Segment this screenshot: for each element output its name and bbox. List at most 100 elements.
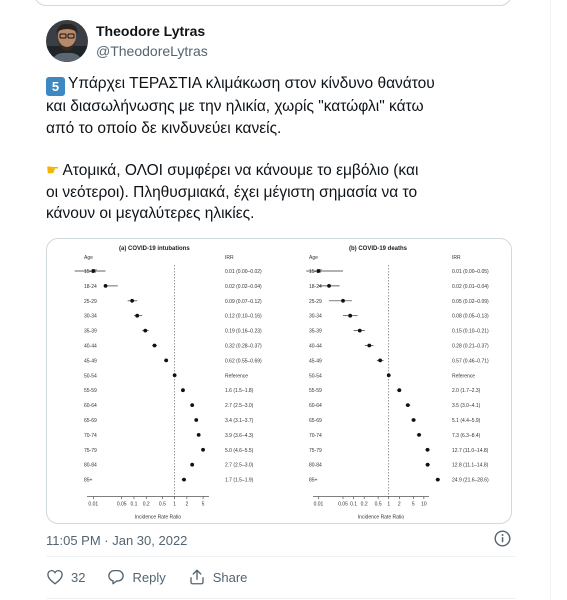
estimate-point [152, 343, 157, 348]
irr-value-label: 0.02 (0.01–0.04) [452, 284, 489, 290]
avatar[interactable] [46, 20, 88, 62]
estimate-point [190, 403, 195, 407]
age-label: 15-17 [84, 269, 97, 275]
x-tick-label: 10 [421, 502, 427, 508]
share-button[interactable]: Share [188, 568, 247, 586]
estimate-point [357, 328, 362, 333]
tweet-media-image[interactable]: (a) COVID-19 intubations Age IRR 15-17 0.01 … [46, 238, 512, 524]
estimate-point [181, 388, 185, 393]
action-bar: 32 Reply Share [46, 567, 269, 587]
age-label: 55-59 [84, 388, 97, 394]
estimate-point [316, 269, 321, 273]
estimate-point [417, 433, 421, 437]
irr-value-label: 7.3 (6.3–8.4) [452, 433, 481, 439]
irr-value-label: 2.0 (1.7–2.3) [452, 388, 481, 394]
age-label: 35-39 [84, 329, 97, 335]
age-label: 30-34 [309, 314, 322, 320]
forest-plot-figure: (a) COVID-19 intubations Age IRR 15-17 0.01 … [74, 246, 489, 521]
irr-value-label: 0.12 (0.10–0.16) [225, 314, 262, 320]
tweet-line: και διασωλήνωσης με την ηλικία, χωρίς "κ… [46, 98, 424, 115]
user-handle[interactable]: @TheodoreLytras [96, 41, 208, 61]
tweet-timestamp[interactable]: 11:05 PM · Jan 30, 2022 [46, 533, 187, 548]
estimate-point [103, 284, 108, 288]
irr-value-label: 1.7 (1.5–1.9) [225, 478, 254, 484]
x-tick-label: 0.1 [350, 502, 357, 508]
estimate-point [341, 298, 345, 303]
x-tick-label: 0.5 [159, 502, 166, 508]
age-column-header: Age [309, 255, 318, 261]
like-button[interactable]: 32 [46, 568, 85, 586]
age-label: 75-79 [84, 448, 97, 454]
irr-value-label: 2.7 (2.5–3.0) [225, 463, 254, 469]
tweet-header: Theodore Lytras @TheodoreLytras [46, 18, 208, 64]
age-label: 75-79 [309, 448, 322, 454]
panel-title: (b) COVID-19 deaths [349, 246, 408, 252]
irr-value-label: 5.1 (4.4–5.9) [452, 418, 481, 424]
estimate-point [405, 403, 410, 407]
irr-value-label: Reference [225, 373, 248, 379]
estimate-point [164, 358, 169, 363]
age-label: 45-49 [309, 358, 322, 364]
age-label: 25-29 [309, 299, 322, 305]
age-label: 65-69 [309, 418, 322, 424]
estimate-point [190, 462, 195, 467]
tweet-line: Ατομικά, ΟΛΟΙ συμφέρει να κάνουμε το εμβ… [62, 162, 419, 179]
age-label: 70-74 [309, 433, 322, 439]
age-label: 18-24 [84, 284, 97, 290]
age-label: 55-59 [309, 388, 322, 394]
irr-value-label: 0.15 (0.10–0.21) [452, 329, 489, 335]
age-label: 50-54 [84, 373, 97, 379]
irr-column-header: IRR [452, 255, 461, 261]
estimate-point [91, 269, 96, 273]
x-tick-label: 0.5 [375, 502, 382, 508]
x-tick-label: 5 [412, 502, 415, 508]
x-axis-label: Incidence Rate Ratio [135, 515, 182, 521]
irr-value-label: 0.05 (0.02–0.09) [452, 299, 489, 305]
x-tick-label: 1 [173, 502, 176, 508]
share-icon [190, 569, 204, 585]
estimate-point [397, 388, 402, 393]
keycap-digit-icon: 5 [46, 77, 65, 96]
reply-label: Reply [132, 569, 166, 585]
reply-button[interactable]: Reply [107, 568, 166, 586]
age-label: 85+ [84, 478, 93, 484]
estimate-point [196, 433, 201, 437]
like-count: 32 [71, 569, 86, 585]
age-label: 85+ [309, 478, 318, 484]
irr-value-label: 0.02 (0.02–0.04) [225, 284, 262, 290]
irr-value-label: 0.28 (0.21–0.37) [452, 344, 489, 350]
estimate-point [348, 313, 353, 318]
irr-value-label: 0.32 (0.28–0.37) [225, 344, 262, 350]
x-tick-label: 0.05 [338, 502, 348, 508]
irr-value-label: 0.01 (0.00–0.02) [225, 269, 262, 275]
age-label: 65-69 [84, 418, 97, 424]
age-label: 30-34 [84, 314, 97, 320]
x-tick-label: 0.05 [117, 502, 127, 508]
age-label: 50-54 [309, 373, 322, 379]
age-column-header: Age [84, 255, 93, 261]
estimate-point [172, 373, 177, 378]
x-tick-label: 0.2 [143, 502, 150, 508]
estimate-point [425, 462, 430, 467]
irr-value-label: Reference [452, 373, 475, 379]
irr-value-label: 0.09 (0.07–0.12) [225, 299, 262, 305]
divider [46, 598, 516, 599]
pointing-hand-icon: ☛ [46, 162, 60, 179]
irr-column-header: IRR [225, 255, 234, 261]
x-tick-label: 0.01 [314, 502, 324, 508]
x-tick-label: 0.1 [130, 502, 137, 508]
irr-value-label: 0.57 (0.46–0.71) [452, 358, 489, 364]
estimate-point [411, 418, 416, 422]
age-label: 60-64 [309, 403, 322, 409]
tweet-line: από το οποίο δε κινδυνεύει κανείς. [46, 119, 282, 137]
estimate-point [435, 477, 440, 482]
age-label: 18-24 [309, 284, 322, 290]
divider [46, 556, 516, 557]
display-name[interactable]: Theodore Lytras [96, 21, 208, 41]
irr-value-label: 12.7 (11.0–14.8) [452, 448, 489, 454]
info-icon[interactable] [494, 530, 511, 547]
x-tick-label: 0.2 [361, 502, 368, 508]
previous-media-edge [0, 0, 567, 8]
irr-value-label: 3.4 (3.1–3.7) [225, 418, 254, 424]
x-tick-label: 2 [185, 502, 188, 508]
